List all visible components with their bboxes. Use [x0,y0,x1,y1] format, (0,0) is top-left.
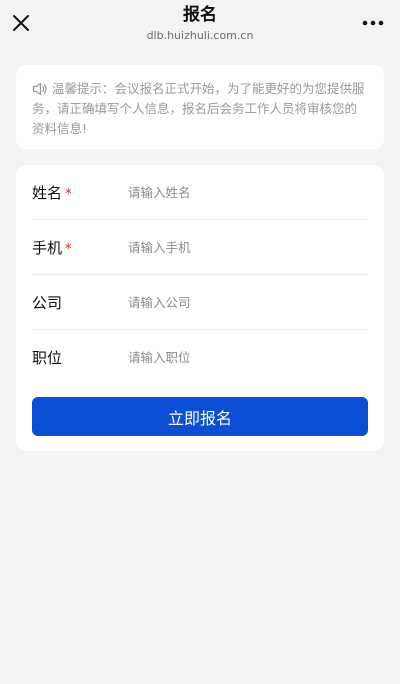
more-button[interactable] [358,10,388,36]
speaker-icon [32,82,47,96]
position-label-text: 职位 [32,348,63,367]
form-row-name: 姓名 * [32,165,368,220]
title-wrap: 报名 dlb.huizhuli.com.cn [60,4,340,43]
notice-card: 温馨提示：会议报名正式开始，为了能更好的为您提供服务，请正确填写个人信息，报名后… [16,65,384,149]
registration-form: 姓名* 手机* 公司 职位 立即报名 [16,165,384,451]
required-mark: * [65,186,72,202]
more-dots-icon [362,20,384,26]
company-input[interactable] [128,294,368,310]
form-row-position: 职位 [32,330,368,384]
close-button[interactable] [8,10,34,36]
phone-label: 手机 * [32,237,128,258]
company-label: 公司 [32,292,128,313]
close-icon [13,15,29,31]
required-mark: * [65,241,72,257]
page-url: dlb.huizhuli.com.cn [146,29,254,42]
form-row-phone: 手机 * [32,220,368,275]
name-input[interactable] [128,184,368,200]
position-label: 职位 [32,347,128,368]
name-label-text: 姓名 [32,183,63,202]
notice-message: 温馨提示：会议报名正式开始，为了能更好的为您提供服务，请正确填写个人信息，报名后… [32,81,365,136]
top-bar: 报名 dlb.huizhuli.com.cn [0,0,400,46]
phone-label-text: 手机 [32,238,63,257]
company-label-text: 公司 [32,293,63,312]
submit-button[interactable]: 立即报名 [32,397,368,436]
name-label: 姓名 * [32,182,128,203]
position-input[interactable] [128,349,368,365]
notice-text: 温馨提示：会议报名正式开始，为了能更好的为您提供服务，请正确填写个人信息，报名后… [32,79,368,139]
form-row-company: 公司 [32,275,368,330]
page-title: 报名 [183,5,217,25]
phone-input[interactable] [128,239,368,255]
